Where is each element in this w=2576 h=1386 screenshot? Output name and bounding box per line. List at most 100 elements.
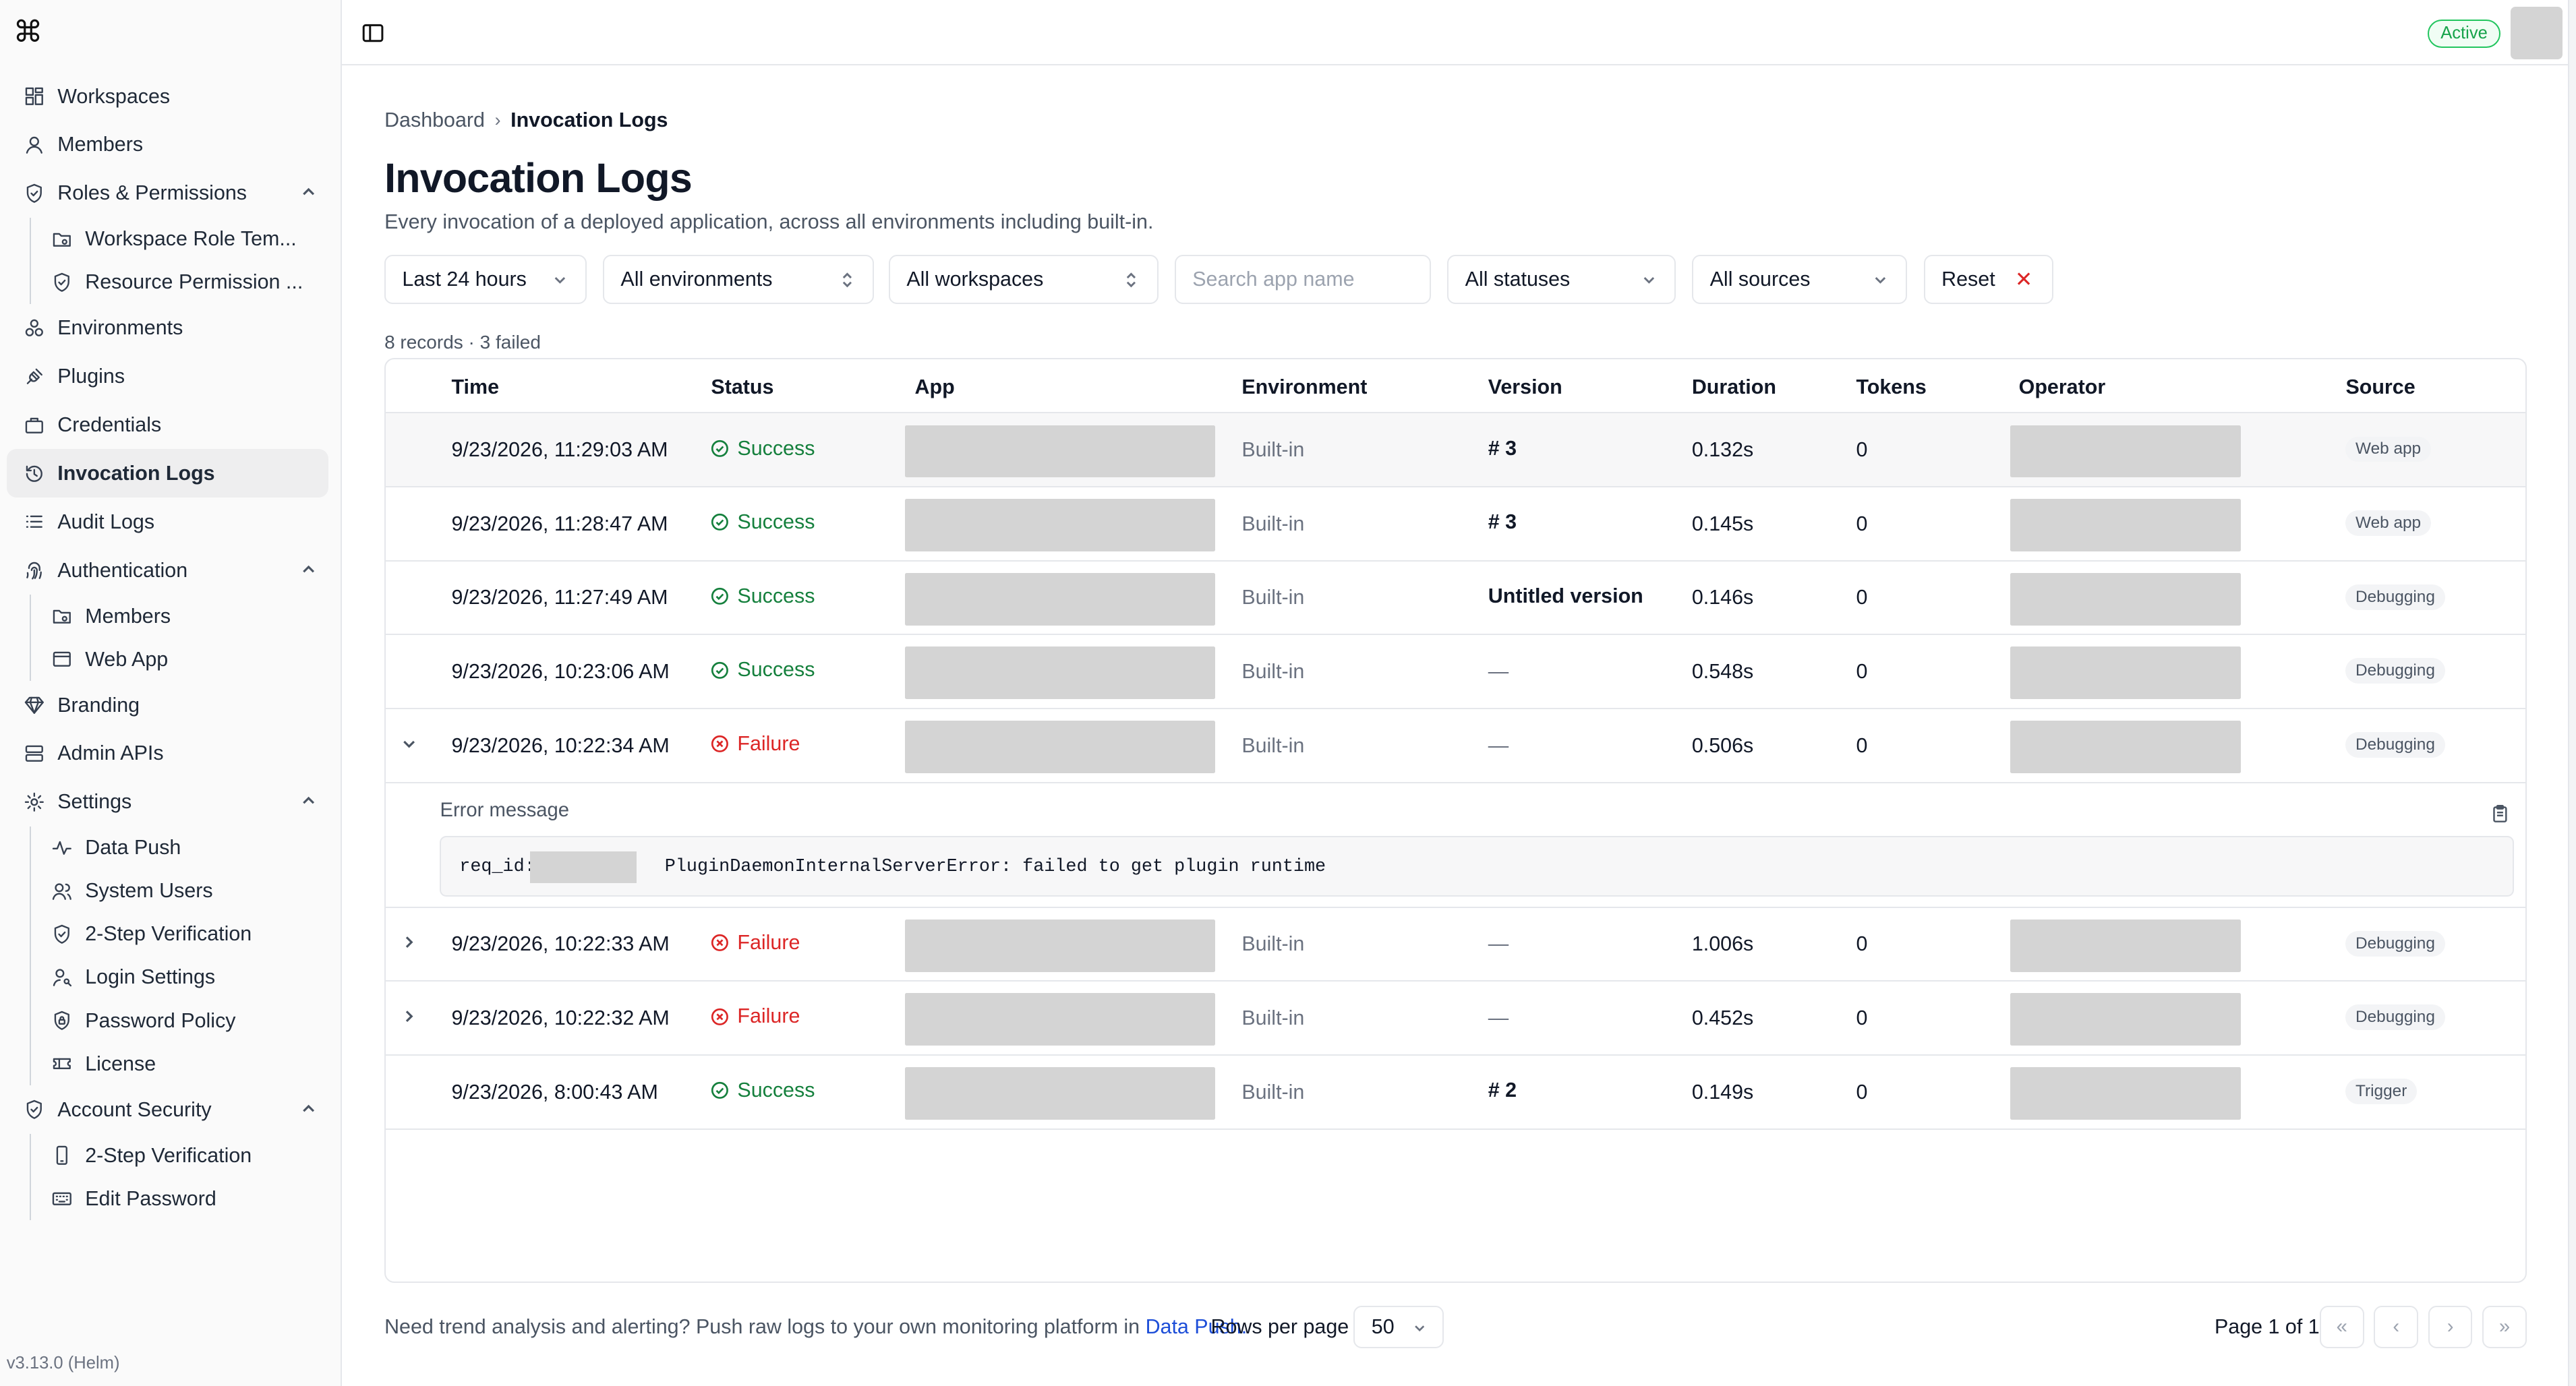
prev-page-button[interactable]: ‹ (2374, 1305, 2419, 1349)
sidebar-item-system-users[interactable]: System Users (31, 870, 328, 913)
scrollbar[interactable] (2567, 0, 2576, 1386)
sidebar-item-password-policy[interactable]: Password Policy (31, 999, 328, 1042)
chevron-up-icon[interactable] (299, 560, 318, 579)
app-name-redacted[interactable] (904, 919, 1216, 972)
app-version: v3.13.0 (Helm) (6, 1353, 120, 1373)
sidebar-item-data-push[interactable]: Data Push (31, 826, 328, 870)
tokens-cell: 0 (1856, 586, 1868, 609)
table-row[interactable]: 9/23/2026, 10:22:32 AM Failure Built-in — 0.… (386, 982, 2525, 1056)
sidebar-item-2-step-verification[interactable]: 2-Step Verification (31, 1134, 328, 1177)
sidebar-item-audit-logs[interactable]: Audit Logs (7, 498, 329, 546)
shield-icon (51, 923, 74, 946)
sidebar-item-members[interactable]: Members (7, 121, 329, 169)
sidebar-item-settings[interactable]: Settings (7, 778, 329, 826)
reset-button[interactable]: Reset ✕ (1923, 254, 2054, 304)
time-cell: 9/23/2026, 11:27:49 AM (451, 586, 668, 609)
x-circle-icon (711, 1008, 737, 1026)
list-icon (23, 510, 46, 533)
sidebar-item-label: Branding (57, 693, 140, 717)
chevron-down-icon[interactable] (399, 734, 419, 754)
status-badge: Failure (711, 1004, 800, 1028)
search-app-input[interactable]: Search app name (1174, 254, 1431, 304)
source-badge: Trigger (2345, 1079, 2417, 1104)
tokens-cell: 0 (1856, 1080, 1868, 1104)
operator-redacted (2010, 646, 2241, 700)
duration-cell: 0.506s (1691, 733, 1754, 757)
command-logo-icon[interactable]: ⌘ (13, 16, 46, 49)
avatar[interactable] (2510, 6, 2563, 59)
chevron-up-icon[interactable] (299, 182, 318, 202)
sidebar-item-invocation-logs[interactable]: Invocation Logs (6, 449, 329, 498)
shield-icon (23, 1098, 46, 1121)
sidebar-item-license[interactable]: License (31, 1042, 328, 1085)
chevron-down-icon (1875, 276, 1886, 284)
sidebar-item-roles-permissions[interactable]: Roles & Permissions (7, 169, 329, 218)
sidebar-item-admin-apis[interactable]: Admin APIs (7, 729, 329, 778)
sidebar-toggle-icon[interactable] (361, 22, 384, 44)
table-row[interactable]: 9/23/2026, 11:28:47 AM Success Built-in # 3… (386, 487, 2525, 562)
sidebar-item-web-app[interactable]: Web App (31, 638, 328, 681)
operator-redacted (2010, 721, 2241, 773)
folder-icon (51, 228, 74, 251)
status-select[interactable]: All statuses (1447, 254, 1676, 304)
sidebar-item-credentials[interactable]: Credentials (7, 401, 329, 450)
user-key-icon (51, 966, 74, 989)
source-select[interactable]: All sources (1692, 254, 1908, 304)
app-name-redacted[interactable] (904, 1067, 1216, 1120)
chevron-up-icon[interactable] (299, 791, 318, 810)
sidebar-item-workspaces[interactable]: Workspaces (7, 72, 329, 121)
app-name-redacted[interactable] (904, 572, 1216, 626)
chevron-right-icon: › (2447, 1315, 2454, 1337)
chevron-right-icon[interactable] (399, 932, 419, 952)
table-row[interactable]: 9/23/2026, 11:27:49 AM Success Built-in Unt… (386, 562, 2525, 636)
chevron-right-icon[interactable] (399, 1006, 419, 1026)
operator-redacted (2010, 572, 2241, 626)
source-badge: Debugging (2345, 584, 2445, 610)
status-badge: Failure (711, 732, 800, 756)
gear-icon (23, 791, 46, 814)
sidebar-item-resource-permission[interactable]: Resource Permission ... (31, 261, 328, 304)
source-badge: Debugging (2345, 732, 2445, 758)
app-name-redacted[interactable] (904, 721, 1216, 773)
app-name-redacted[interactable] (904, 993, 1216, 1046)
workspace-select[interactable]: All workspaces (888, 254, 1159, 304)
check-circle-icon (711, 661, 737, 680)
sidebar-item-plugins[interactable]: Plugins (7, 353, 329, 401)
environment-select[interactable]: All environments (603, 254, 875, 304)
rows-per-page-value: 50 (1371, 1315, 1395, 1338)
app-name-redacted[interactable] (904, 646, 1216, 700)
chevron-updown-icon (1127, 272, 1136, 287)
chevron-up-icon[interactable] (299, 1099, 318, 1118)
time-range-select[interactable]: Last 24 hours (384, 254, 587, 304)
app-name-redacted[interactable] (904, 499, 1216, 552)
table-row[interactable]: 9/23/2026, 11:29:03 AM Success Built-in # 3… (386, 413, 2525, 488)
table-row[interactable]: 9/23/2026, 8:00:43 AM Success Built-in # 2 0… (386, 1056, 2525, 1130)
sidebar-item-environments[interactable]: Environments (7, 304, 329, 353)
sidebar-item-branding[interactable]: Branding (7, 681, 329, 729)
sidebar-item-account-security[interactable]: Account Security (7, 1085, 329, 1134)
operator-redacted (2010, 425, 2241, 478)
app-name-redacted[interactable] (904, 425, 1216, 478)
last-page-button[interactable]: » (2482, 1305, 2527, 1349)
sidebar-item-login-settings[interactable]: Login Settings (31, 956, 328, 999)
version-cell: Untitled version (1488, 584, 1643, 607)
browser-icon (51, 648, 74, 671)
rows-per-page-select[interactable]: 50 (1353, 1305, 1444, 1349)
sidebar-item-workspace-role-tem[interactable]: Workspace Role Tem... (31, 218, 328, 261)
table-row[interactable]: 9/23/2026, 10:23:06 AM Success Built-in — 0.… (386, 635, 2525, 709)
error-message-box: req_id: PluginDaemonInternalServerError: … (440, 835, 2514, 897)
next-page-button[interactable]: › (2428, 1305, 2473, 1349)
source-value: All sources (1709, 267, 1811, 291)
table-row[interactable]: 9/23/2026, 10:22:33 AM Failure Built-in — 1.… (386, 908, 2525, 982)
sidebar-item-members[interactable]: Members (31, 595, 328, 638)
breadcrumb-dashboard-link[interactable]: Dashboard (384, 109, 485, 132)
sidebar-item-authentication[interactable]: Authentication (7, 546, 329, 595)
copy-clipboard-icon[interactable] (2491, 800, 2509, 823)
table-row[interactable]: 9/23/2026, 10:22:34 AM Failure Built-in — 0.… (386, 709, 2525, 783)
sidebar-item-edit-password[interactable]: Edit Password (31, 1177, 328, 1220)
operator-redacted (2010, 993, 2241, 1046)
first-page-button[interactable]: « (2319, 1305, 2364, 1349)
sidebar-item-2-step-verification[interactable]: 2-Step Verification (31, 913, 328, 956)
sidebar-item-label: 2-Step Verification (85, 922, 252, 946)
error-message-text: PluginDaemonInternalServerError: failed … (664, 856, 1326, 877)
